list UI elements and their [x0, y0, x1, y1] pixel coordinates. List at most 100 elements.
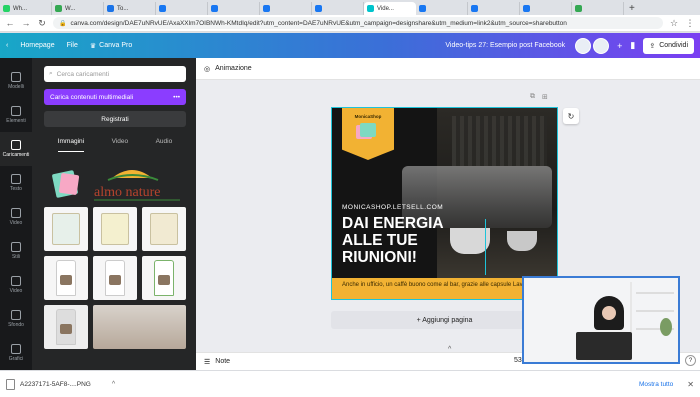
browser-tab[interactable] — [572, 2, 624, 15]
chevron-up-icon[interactable]: ^ — [112, 381, 115, 388]
avatar — [593, 37, 610, 54]
browser-tab[interactable] — [416, 2, 468, 15]
back-icon[interactable]: ← — [5, 18, 15, 28]
search-placeholder: Cerca caricamenti — [56, 70, 110, 78]
webcam-laptop — [576, 332, 632, 360]
download-filename: A2237171-5AF8-....PNG — [20, 380, 91, 388]
webcam-overlay[interactable] — [522, 276, 680, 364]
search-icon: ⌕ — [49, 70, 53, 77]
file-icon — [6, 378, 15, 390]
upload-thumbnail-pouch[interactable] — [44, 305, 88, 349]
upload-thumbnail-bag[interactable] — [93, 256, 137, 300]
upload-thumbnail-tray[interactable] — [93, 207, 137, 251]
browser-tab[interactable] — [156, 2, 208, 15]
search-input[interactable]: ⌕ Cerca caricamenti — [44, 66, 186, 82]
design-canvas[interactable]: MonicaShop MONICASHOP.LETSELL.COM DAI EN… — [331, 107, 558, 300]
insights-chart-icon[interactable]: ▮ — [630, 40, 635, 51]
design-headline[interactable]: DAI ENERGIA ALLE TUE RIUNIONI! — [342, 215, 487, 266]
url-field[interactable]: 🔒 canva.com/design/DAE7uNRvUE/AxaXXlm7OI… — [53, 17, 663, 29]
animation-icon: ◎ — [204, 65, 211, 73]
browser-tab[interactable]: Wh... — [0, 2, 52, 15]
zoom-level[interactable]: 53 — [514, 357, 522, 364]
upload-thumbnail-photo[interactable] — [93, 305, 186, 349]
tab-label: Vide... — [377, 5, 394, 12]
regenerate-icon[interactable]: ↻ — [563, 108, 579, 124]
help-button[interactable]: ? — [685, 355, 696, 366]
bookmark-star-icon[interactable]: ☆ — [669, 18, 679, 29]
rail-item-label: Video — [9, 220, 23, 226]
rail-item[interactable]: Sfondo — [0, 302, 32, 336]
webcam-person-face — [602, 306, 616, 320]
expand-caret-icon[interactable]: ^ — [448, 346, 451, 353]
tab-label: To... — [117, 5, 129, 12]
url-text: canva.com/design/DAE7uNRvUE/AxaXXlm7OIBN… — [70, 19, 567, 27]
browser-tab[interactable] — [312, 2, 364, 15]
show-all-downloads-link[interactable]: Mostra tutto — [639, 381, 673, 388]
rail-item[interactable]: Elementi — [0, 98, 32, 132]
record-button[interactable]: Registrati — [44, 111, 186, 127]
reload-icon[interactable]: ↻ — [37, 18, 47, 29]
home-link[interactable]: Homepage — [20, 42, 54, 49]
tab-images[interactable]: Immagini — [57, 138, 85, 152]
rail-icon — [11, 344, 21, 354]
tab-audio[interactable]: Audio — [156, 138, 173, 152]
browser-tab-strip: Wh... W... To... Vide... + — [0, 0, 700, 15]
rail-item[interactable]: Testo — [0, 166, 32, 200]
browser-tab[interactable]: To... — [104, 2, 156, 15]
tab-favicon-icon — [367, 5, 374, 12]
rail-item[interactable]: Stili — [0, 234, 32, 268]
brand-badge[interactable]: MonicaShop — [342, 108, 394, 160]
browser-tab[interactable]: Vide... — [364, 2, 416, 15]
forward-icon[interactable]: → — [21, 18, 31, 28]
rail-item[interactable]: Caricamenti — [0, 132, 32, 166]
close-icon[interactable]: ✕ — [687, 380, 694, 389]
add-plus-icon[interactable]: + — [617, 41, 622, 51]
back-chevron-icon[interactable]: ‹ — [6, 42, 8, 49]
media-type-tabs: Immagini Video Audio — [44, 138, 186, 152]
share-button[interactable]: ⇪ Condividi — [643, 37, 694, 54]
badge-brand-text: MonicaShop — [354, 114, 382, 119]
rail-item[interactable]: Grafici — [0, 336, 32, 370]
design-title[interactable]: Video-tips 27: Esempio post Facebook — [445, 42, 565, 49]
collaborator-avatars[interactable] — [575, 37, 610, 54]
upload-thumbnail-tray[interactable] — [142, 207, 186, 251]
almo-nature-logo-thumbnail[interactable]: almo nature — [50, 162, 190, 204]
duplicate-page-icon[interactable]: ⧉ — [530, 93, 535, 101]
share-label: Condividi — [659, 42, 688, 49]
tab-favicon-icon — [315, 5, 322, 12]
rail-item-label: Stili — [11, 254, 21, 260]
canva-pro-link[interactable]: ♛ Canva Pro — [90, 42, 132, 50]
browser-tab[interactable] — [208, 2, 260, 15]
tab-favicon-icon — [471, 5, 478, 12]
add-page-icon[interactable]: ⊞ — [542, 93, 548, 101]
browser-menu-icon[interactable]: ⋮ — [685, 18, 695, 29]
upload-media-button[interactable]: Carica contenuti multimediali ••• — [44, 89, 186, 105]
upload-thumbnail-bag[interactable] — [142, 256, 186, 300]
browser-tab[interactable] — [468, 2, 520, 15]
rail-item[interactable]: Video — [0, 200, 32, 234]
tab-videos[interactable]: Video — [112, 138, 129, 152]
new-tab-button[interactable]: + — [624, 2, 640, 15]
browser-tab[interactable] — [260, 2, 312, 15]
browser-tab[interactable] — [520, 2, 572, 15]
tab-label: W... — [65, 5, 76, 12]
download-item[interactable]: A2237171-5AF8-....PNG ^ — [6, 378, 115, 390]
more-options-icon[interactable]: ••• — [173, 94, 180, 101]
rail-icon — [11, 106, 21, 116]
rail-item-label: Sfondo — [8, 322, 24, 328]
design-url-text[interactable]: MONICASHOP.LETSELL.COM — [342, 204, 443, 211]
rail-item[interactable]: Video — [0, 268, 32, 302]
rail-item[interactable]: Modelli — [0, 64, 32, 98]
text-selection-edge — [484, 219, 486, 275]
animation-button[interactable]: Animazione — [215, 65, 252, 72]
upload-thumbnail-tray[interactable] — [44, 207, 88, 251]
browser-tab[interactable]: W... — [52, 2, 104, 15]
tab-favicon-icon — [263, 5, 270, 12]
tab-favicon-icon — [419, 5, 426, 12]
notes-button[interactable]: Note — [215, 358, 230, 365]
file-menu[interactable]: File — [67, 42, 78, 49]
upload-thumbnail-bag[interactable] — [44, 256, 88, 300]
downloads-bar: A2237171-5AF8-....PNG ^ Mostra tutto ✕ — [0, 370, 700, 397]
almo-nature-logo: almo nature — [52, 170, 180, 201]
tab-favicon-icon — [55, 5, 62, 12]
